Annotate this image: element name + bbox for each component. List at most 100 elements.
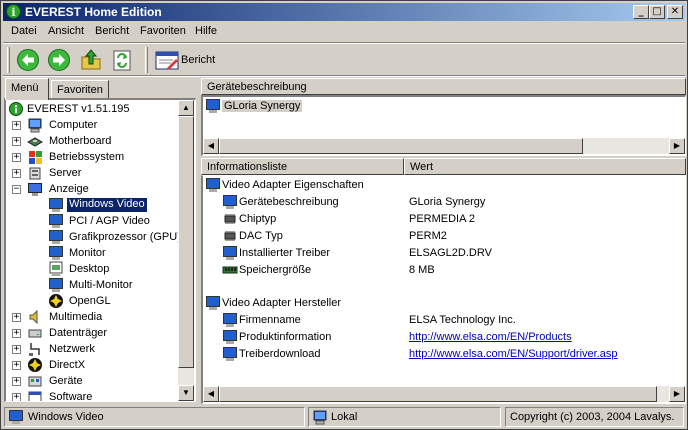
device-list[interactable]: GLoria Synergy ◀ ▶ — [201, 95, 686, 156]
info-value: GLoria Synergy — [409, 196, 486, 208]
info-field: Firmenname — [239, 314, 301, 326]
expand-icon[interactable]: + — [12, 121, 21, 130]
navigation-panel: Menü Favoriten EVEREST v1.51.195 + Compu… — [4, 78, 196, 404]
monitor-icon — [49, 214, 63, 228]
group-header: Video Adapter Hersteller — [205, 295, 685, 312]
info-list[interactable]: Video Adapter Eigenschaften Gerätebeschr… — [201, 175, 686, 404]
tab-favorites[interactable]: Favoriten — [51, 80, 109, 98]
tree-root-label: EVEREST v1.51.195 — [27, 103, 130, 115]
scroll-left-button[interactable]: ◀ — [203, 386, 219, 402]
status-panel-copyright: Copyright (c) 2003, 2004 Lavalys. — [505, 407, 684, 427]
tree-item-label: Betriebssystem — [49, 151, 125, 163]
scroll-down-button[interactable]: ▼ — [178, 385, 194, 401]
everest-info-icon — [9, 102, 23, 116]
refresh-button[interactable] — [110, 48, 134, 72]
menu-bericht[interactable]: Bericht — [95, 25, 129, 37]
scroll-thumb[interactable] — [219, 386, 657, 402]
info-row[interactable]: DAC Typ PERM2 — [222, 228, 682, 245]
up-button[interactable] — [79, 48, 103, 72]
expand-icon[interactable]: + — [12, 153, 21, 162]
tree-item-label: Motherboard — [49, 135, 112, 147]
device-horizontal-scrollbar[interactable]: ◀ ▶ — [203, 138, 685, 154]
info-row[interactable]: Installierter Treiber ELSAGL2D.DRV — [222, 245, 682, 262]
expand-icon[interactable]: + — [12, 345, 21, 354]
column-header-field[interactable]: Informationsliste — [201, 158, 404, 175]
menu-hilfe[interactable]: Hilfe — [195, 25, 217, 37]
minimize-button[interactable]: _ — [633, 5, 649, 19]
drive-icon — [28, 329, 42, 338]
motherboard-icon — [27, 137, 43, 147]
scroll-thumb[interactable] — [178, 116, 194, 368]
monitor-icon — [206, 178, 220, 192]
menu-datei[interactable]: Datei — [11, 25, 37, 37]
monitor-icon — [49, 278, 63, 292]
tab-menu[interactable]: Menü — [5, 78, 49, 100]
monitor-icon — [49, 198, 63, 212]
info-row[interactable]: Firmenname ELSA Technology Inc. — [222, 312, 682, 329]
scroll-up-button[interactable]: ▲ — [178, 100, 194, 116]
info-row[interactable]: Treiberdownload http://www.elsa.com/EN/S… — [222, 346, 682, 363]
menu-favoriten[interactable]: Favoriten — [140, 25, 186, 37]
status-bar: Windows Video Lokal Copyright (c) 2003, … — [3, 406, 685, 427]
back-arrow-icon — [17, 49, 39, 71]
info-row[interactable]: Chiptyp PERMEDIA 2 — [222, 211, 682, 228]
column-header-value[interactable]: Wert — [404, 158, 686, 175]
software-icon — [28, 391, 42, 401]
device-header[interactable]: Gerätebeschreibung — [201, 78, 686, 95]
expand-icon[interactable]: + — [12, 361, 21, 370]
title-bar[interactable]: i EVEREST Home Edition _ □ ✕ — [3, 3, 685, 21]
server-icon — [29, 167, 41, 180]
scroll-thumb[interactable] — [219, 138, 583, 154]
forward-button[interactable] — [47, 48, 71, 72]
info-field: Produktinformation — [239, 331, 332, 343]
tree-item-label: OpenGL — [69, 295, 111, 307]
expand-icon[interactable]: + — [12, 313, 21, 322]
expand-icon[interactable]: + — [12, 393, 21, 401]
info-field: Gerätebeschreibung — [239, 196, 339, 208]
expand-icon[interactable]: + — [12, 329, 21, 338]
driver-download-link[interactable]: http://www.elsa.com/EN/Support/driver.as… — [409, 348, 617, 360]
monitor-icon — [223, 246, 237, 260]
info-horizontal-scrollbar[interactable]: ◀ ▶ — [203, 386, 685, 402]
info-row[interactable]: Gerätebeschreibung GLoria Synergy — [222, 194, 682, 211]
tree-item-label: Datenträger — [49, 327, 108, 339]
navigation-tree[interactable]: EVEREST v1.51.195 + Computer + Motherboa… — [4, 98, 196, 402]
monitor-icon — [223, 330, 237, 344]
monitor-icon — [49, 246, 63, 260]
device-item[interactable]: GLoria Synergy — [205, 98, 405, 115]
back-button[interactable] — [16, 48, 40, 72]
monitor-icon — [206, 99, 220, 113]
status-page-label: Windows Video — [28, 411, 104, 423]
menu-ansicht[interactable]: Ansicht — [48, 25, 84, 37]
collapse-icon[interactable]: − — [12, 185, 21, 194]
details-panel: Gerätebeschreibung GLoria Synergy ◀ ▶ In… — [201, 78, 686, 404]
info-field: Speichergröße — [239, 264, 312, 276]
expand-icon[interactable]: + — [12, 169, 21, 178]
toolbar-grip-2[interactable] — [145, 47, 148, 73]
report-label: Bericht — [181, 54, 216, 66]
scroll-right-button[interactable]: ▶ — [669, 386, 685, 402]
windows-flag-icon — [29, 151, 42, 164]
monitor-icon — [49, 230, 63, 244]
maximize-button[interactable]: □ — [649, 5, 665, 19]
scroll-left-button[interactable]: ◀ — [203, 138, 219, 154]
scroll-right-button[interactable]: ▶ — [669, 138, 685, 154]
product-info-link[interactable]: http://www.elsa.com/EN/Products — [409, 331, 572, 343]
device-item-label: GLoria Synergy — [222, 100, 303, 112]
tree-item-label-selected: Windows Video — [66, 197, 148, 213]
everest-info-icon: i — [6, 4, 21, 19]
computer-icon — [28, 118, 42, 133]
info-row[interactable]: Produktinformation http://www.elsa.com/E… — [222, 329, 682, 346]
info-row[interactable]: Speichergröße 8 MB — [222, 262, 682, 279]
tree-vertical-scrollbar[interactable]: ▲ ▼ — [178, 100, 194, 401]
tree-item-label: PCI / AGP Video — [69, 215, 150, 227]
tree-item-label: Software — [49, 391, 93, 402]
monitor-icon — [223, 313, 237, 327]
expand-icon[interactable]: + — [12, 377, 21, 386]
report-icon — [155, 51, 179, 70]
expand-icon[interactable]: + — [12, 137, 21, 146]
chip-icon — [224, 231, 236, 241]
close-button[interactable]: ✕ — [667, 5, 683, 19]
toolbar-grip[interactable] — [7, 47, 10, 73]
info-value: ELSA Technology Inc. — [409, 314, 516, 326]
